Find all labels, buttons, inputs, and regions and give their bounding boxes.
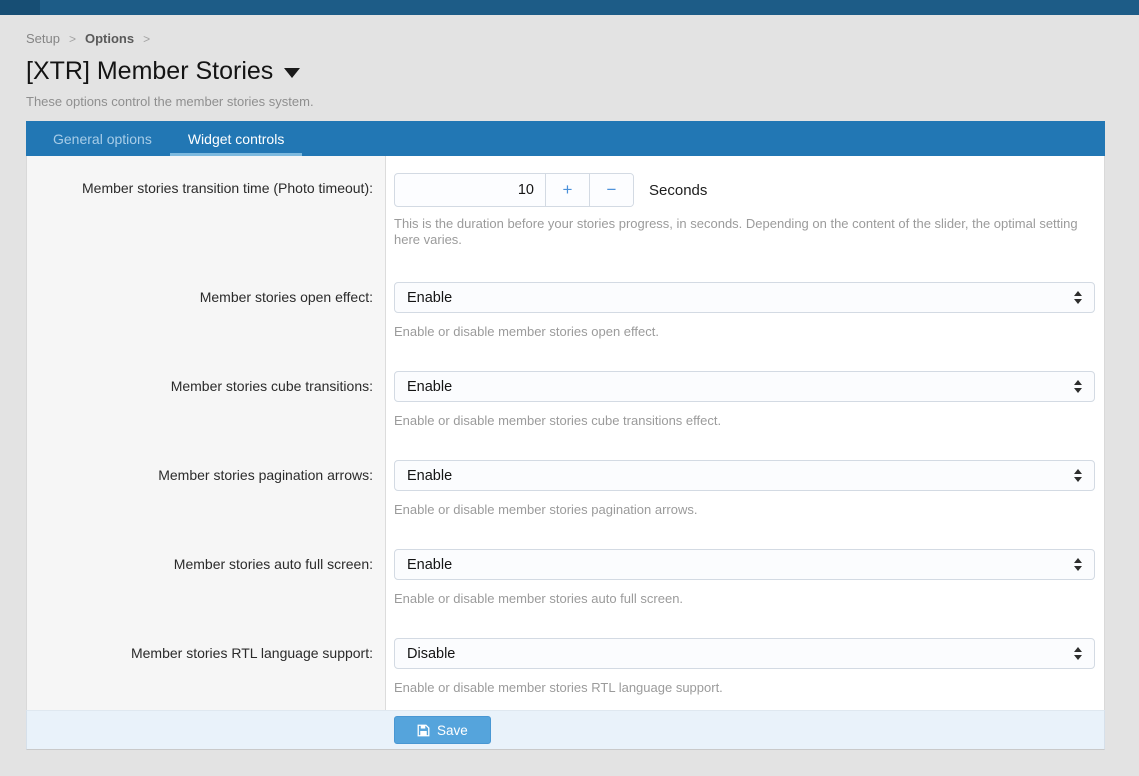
option-control: + − Seconds This is the duration before … — [386, 156, 1104, 265]
option-control: Enable Enable or disable member stories … — [386, 265, 1105, 354]
select-spinner-icon — [1074, 291, 1082, 304]
breadcrumb: Setup > Options > — [26, 31, 1139, 46]
option-row-pagination-arrows: Member stories pagination arrows: Enable… — [27, 443, 1104, 532]
page-subtitle: These options control the member stories… — [26, 94, 1139, 109]
option-label: Member stories pagination arrows: — [27, 443, 386, 532]
page-title-row: [XTR] Member Stories — [26, 57, 1139, 85]
decrement-button[interactable]: − — [589, 174, 633, 206]
select-spinner-icon — [1074, 380, 1082, 393]
rtl-support-select[interactable]: Disable — [394, 638, 1095, 669]
title-dropdown-caret-icon[interactable] — [284, 68, 300, 78]
option-row-open-effect: Member stories open effect: Enable Enabl… — [27, 265, 1104, 354]
option-control: Enable Enable or disable member stories … — [386, 532, 1105, 621]
option-label: Member stories open effect: — [27, 265, 386, 354]
options-form: Member stories transition time (Photo ti… — [26, 156, 1105, 710]
auto-full-screen-select[interactable]: Enable — [394, 549, 1095, 580]
breadcrumb-setup[interactable]: Setup — [26, 31, 60, 46]
option-label: Member stories cube transitions: — [27, 354, 386, 443]
option-row-cube-transitions: Member stories cube transitions: Enable … — [27, 354, 1104, 443]
top-header-bar — [0, 0, 1139, 15]
page-title: [XTR] Member Stories — [26, 57, 273, 85]
option-row-auto-full-screen: Member stories auto full screen: Enable … — [27, 532, 1104, 621]
option-hint: Enable or disable member stories cube tr… — [394, 413, 1084, 429]
option-row-transition-time: Member stories transition time (Photo ti… — [27, 156, 1104, 265]
breadcrumb-separator-icon: > — [69, 32, 76, 46]
floppy-disk-icon — [417, 724, 430, 737]
save-button-label: Save — [437, 723, 468, 738]
unit-label: Seconds — [649, 182, 707, 199]
option-hint: Enable or disable member stories auto fu… — [394, 591, 1084, 607]
select-spinner-icon — [1074, 558, 1082, 571]
save-button[interactable]: Save — [394, 716, 491, 744]
open-effect-select[interactable]: Enable — [394, 282, 1095, 313]
option-control: Enable Enable or disable member stories … — [386, 443, 1105, 532]
select-spinner-icon — [1074, 647, 1082, 660]
select-value: Enable — [407, 557, 452, 573]
topbar-logo-area — [0, 0, 40, 15]
increment-button[interactable]: + — [545, 174, 589, 206]
option-label: Member stories transition time (Photo ti… — [27, 156, 386, 265]
option-row-rtl-support: Member stories RTL language support: Dis… — [27, 621, 1104, 710]
breadcrumb-separator-icon: > — [143, 32, 150, 46]
form-footer: Save — [26, 710, 1105, 750]
options-panel: General options Widget controls Member s… — [26, 121, 1105, 750]
option-label: Member stories auto full screen: — [27, 532, 386, 621]
select-spinner-icon — [1074, 469, 1082, 482]
option-control: Disable Enable or disable member stories… — [386, 621, 1105, 710]
tab-bar: General options Widget controls — [26, 121, 1105, 156]
cube-transitions-select[interactable]: Enable — [394, 371, 1095, 402]
select-value: Enable — [407, 468, 452, 484]
option-hint: This is the duration before your stories… — [394, 216, 1084, 248]
breadcrumb-options[interactable]: Options — [85, 31, 134, 46]
pagination-arrows-select[interactable]: Enable — [394, 460, 1095, 491]
transition-time-input[interactable] — [395, 174, 545, 206]
option-hint: Enable or disable member stories paginat… — [394, 502, 1084, 518]
option-control: Enable Enable or disable member stories … — [386, 354, 1105, 443]
option-hint: Enable or disable member stories RTL lan… — [394, 680, 1084, 696]
option-hint: Enable or disable member stories open ef… — [394, 324, 1084, 340]
select-value: Enable — [407, 379, 452, 395]
select-value: Disable — [407, 646, 455, 662]
option-label: Member stories RTL language support: — [27, 621, 386, 710]
tab-widget-controls[interactable]: Widget controls — [170, 121, 302, 156]
number-input-group: + − — [394, 173, 634, 207]
tab-general-options[interactable]: General options — [35, 121, 170, 156]
select-value: Enable — [407, 290, 452, 306]
